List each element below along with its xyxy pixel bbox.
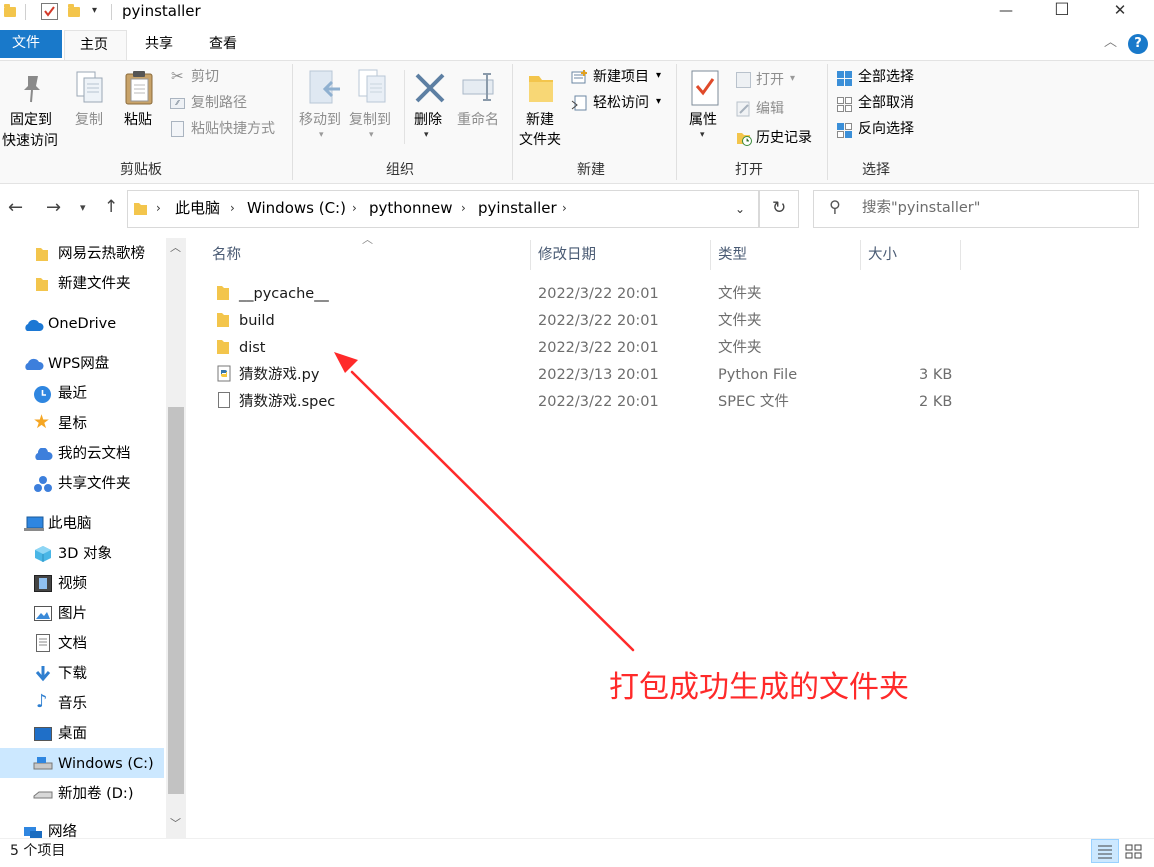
details-view-button[interactable]: [1091, 839, 1119, 863]
item-count: 5 个项目: [10, 843, 66, 859]
file-explorer-window: ▾ pyinstaller — ☐ ✕ 文件 主页 共享 查看 ︿ ? 固定到 …: [0, 0, 1154, 867]
details-view-icon: [1098, 845, 1112, 859]
annotation-text: 打包成功生成的文件夹: [609, 670, 909, 705]
large-icons-view-button[interactable]: [1124, 843, 1144, 860]
status-bar: [0, 838, 1154, 867]
large-icons-view-icon: [1125, 844, 1142, 859]
annotation-arrow: [334, 352, 635, 652]
